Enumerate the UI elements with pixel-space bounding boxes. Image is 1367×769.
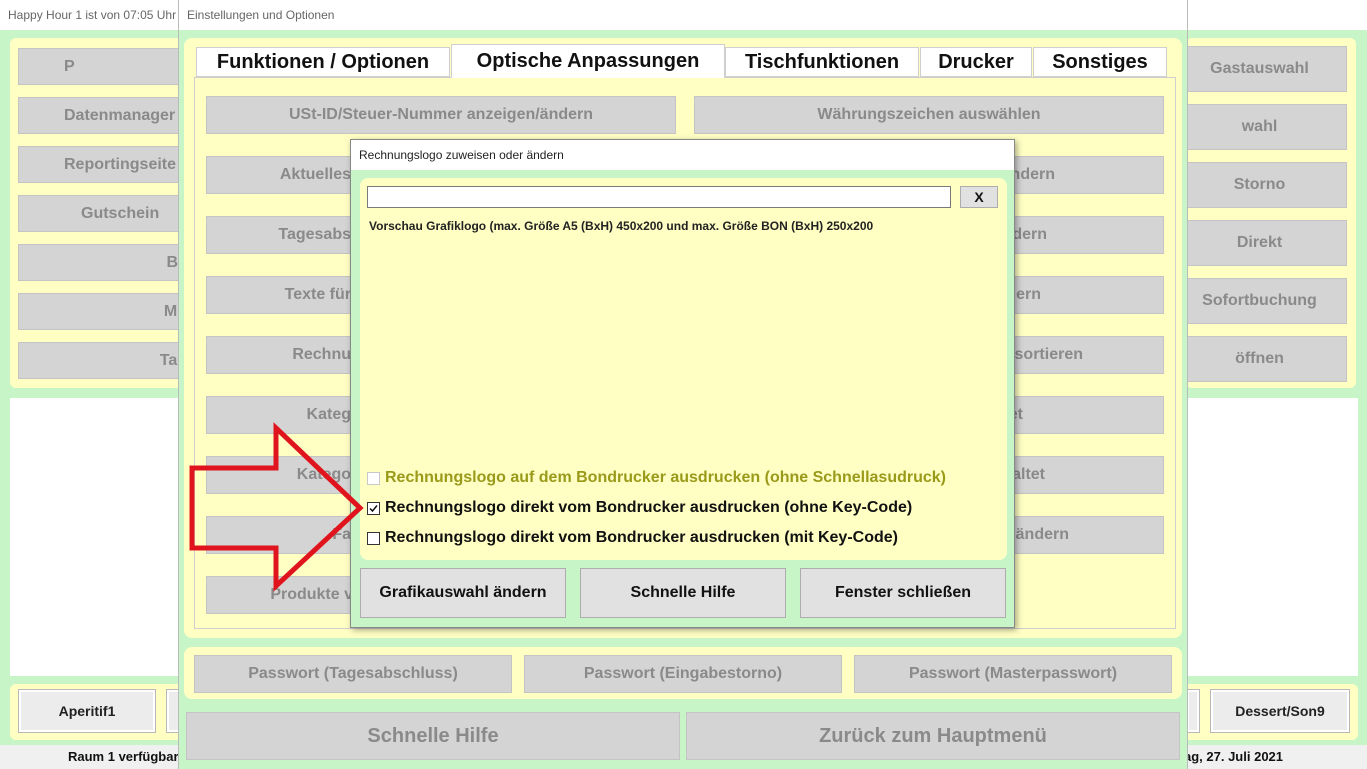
previous-category-button[interactable]: [1186, 689, 1200, 733]
password-button-2[interactable]: Passwort (Masterpasswort): [854, 655, 1172, 693]
tab-4[interactable]: Sonstiges: [1033, 47, 1167, 77]
logo-dialog-title-bar: Rechnungslogo zuweisen oder ändern: [351, 140, 1014, 170]
main-right-button-1[interactable]: wahl: [1172, 104, 1347, 150]
status-date: ag, 27. Juli 2021: [1184, 749, 1284, 764]
logo-path-field[interactable]: [367, 186, 951, 208]
main-left-button-4[interactable]: Be: [18, 244, 188, 281]
tab-0[interactable]: Funktionen / Optionen: [196, 47, 450, 77]
main-left-button-1[interactable]: Datenmanager: [18, 97, 188, 134]
main-window-title: Happy Hour 1 ist von 07:05 Uhr bis: [8, 8, 180, 22]
change-graphic-button[interactable]: Grafikauswahl ändern: [360, 568, 566, 618]
settings-title-bar: Einstellungen und Optionen: [179, 0, 1187, 30]
main-right-button-4[interactable]: Sofortbuchung: [1172, 278, 1347, 324]
option-label-1: Rechnungslogo direkt vom Bondrucker ausd…: [385, 499, 913, 516]
main-right-button-3[interactable]: Direkt: [1172, 220, 1347, 266]
tab-1[interactable]: Optische Anpassungen: [451, 44, 725, 78]
aperitif-button[interactable]: Aperitif1: [18, 689, 156, 733]
main-title-bar-right: [1187, 0, 1367, 30]
clear-path-button[interactable]: X: [960, 186, 998, 208]
option-label-0: Rechnungslogo auf dem Bondrucker ausdruc…: [385, 469, 946, 486]
password-button-1[interactable]: Passwort (Eingabestorno): [524, 655, 842, 693]
dessert-button[interactable]: Dessert/Son9: [1210, 689, 1350, 733]
arrow-annotation-icon: [189, 422, 364, 592]
tab-3[interactable]: Drucker: [920, 47, 1032, 77]
main-title-bar: Happy Hour 1 ist von 07:05 Uhr bis: [0, 0, 180, 30]
main-left-button-3[interactable]: Gutschein: [18, 195, 188, 232]
settings-help-button[interactable]: Schnelle Hilfe: [186, 712, 680, 760]
main-left-button-0[interactable]: P: [18, 48, 188, 85]
logo-preview-label: Vorschau Grafiklogo (max. Größe A5 (BxH)…: [369, 219, 874, 233]
main-left-button-6[interactable]: Tag: [18, 342, 188, 379]
option-label-2: Rechnungslogo direkt vom Bondrucker ausd…: [385, 529, 898, 546]
arrow-outline: [189, 422, 364, 592]
settings-window-title: Einstellungen und Optionen: [187, 8, 335, 22]
settings-right-button-0[interactable]: Währungszeichen auswählen: [694, 96, 1164, 134]
password-button-0[interactable]: Passwort (Tagesabschluss): [194, 655, 512, 693]
logo-preview-area: [368, 238, 998, 460]
main-right-button-2[interactable]: Storno: [1172, 162, 1347, 208]
back-to-main-menu-button[interactable]: Zurück zum Hauptmenü: [686, 712, 1180, 760]
status-room: Raum 1 verfügbar: [68, 749, 179, 764]
logo-dialog-title: Rechnungslogo zuweisen oder ändern: [359, 148, 564, 162]
main-left-button-5[interactable]: Mit: [18, 293, 188, 330]
main-left-button-2[interactable]: Reportingseite: [18, 146, 188, 183]
tab-2[interactable]: Tischfunktionen: [725, 47, 919, 77]
settings-left-button-0[interactable]: USt-ID/Steuer-Nummer anzeigen/ändern: [206, 96, 676, 134]
dialog-help-button[interactable]: Schnelle Hilfe: [580, 568, 786, 618]
main-right-button-0[interactable]: Gastauswahl: [1172, 46, 1347, 92]
close-window-button[interactable]: Fenster schließen: [800, 568, 1006, 618]
main-right-button-5[interactable]: öffnen: [1172, 336, 1347, 382]
